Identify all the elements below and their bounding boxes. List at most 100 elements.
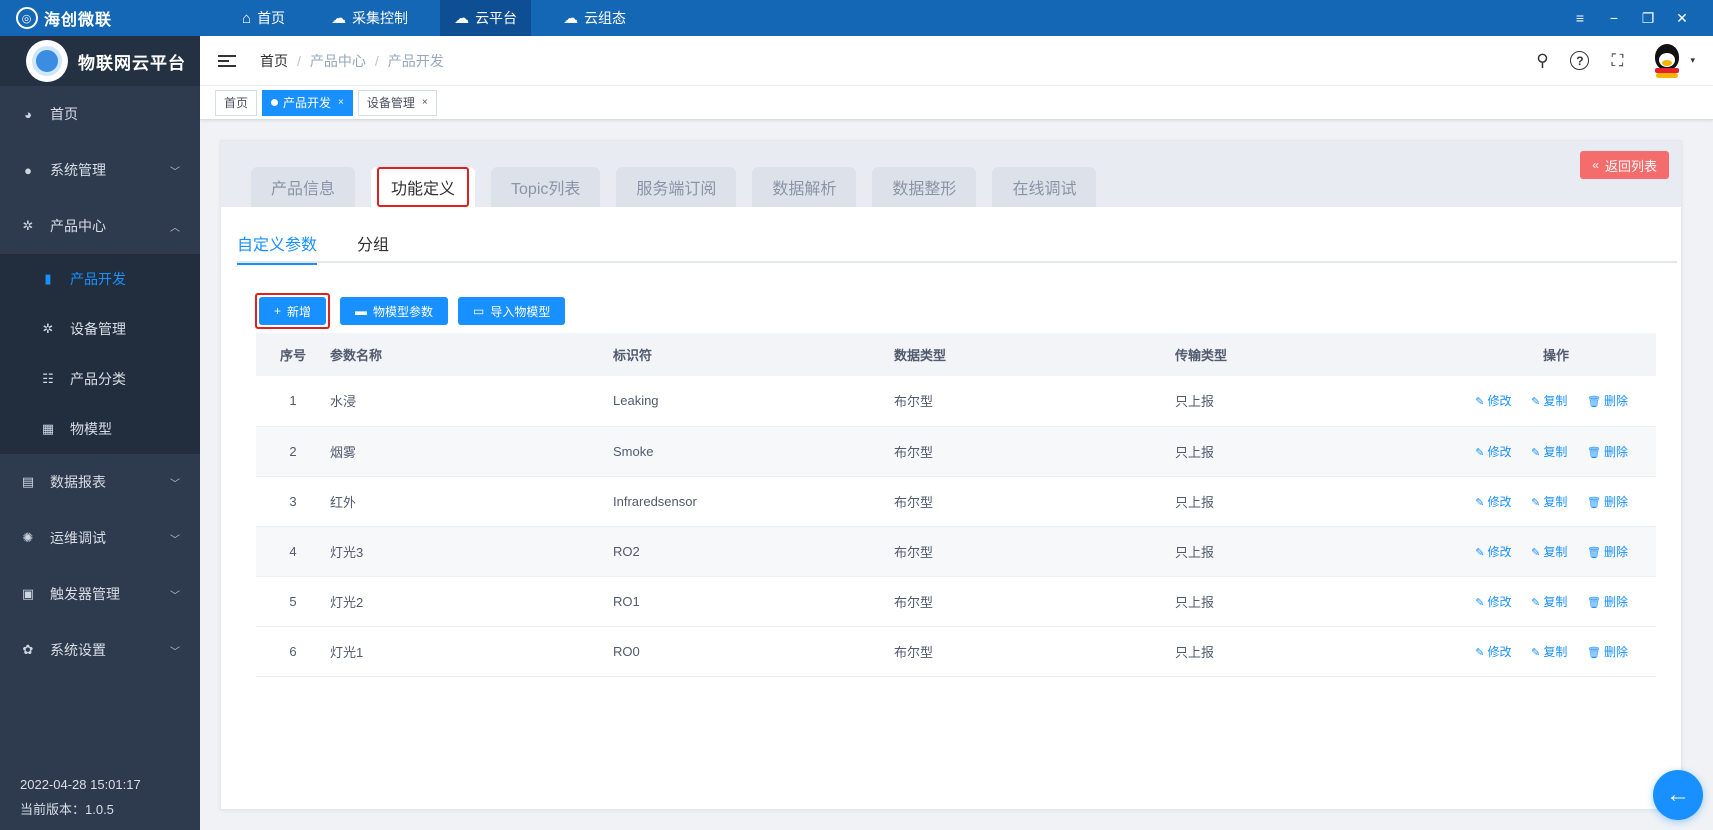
edit-icon: ✎ (1475, 596, 1485, 609)
menu-toggle-icon[interactable] (218, 52, 236, 70)
fullscreen-icon[interactable]: ⛶ (1606, 50, 1628, 72)
sidebar-item-system-management[interactable]: ● 系统管理 ﹀ (0, 142, 200, 198)
help-icon[interactable]: ? (1570, 51, 1590, 70)
user-icon: ● (24, 162, 32, 178)
add-button[interactable]: + 新增 (259, 297, 327, 325)
cell-actions: ✎ 修改 ✎ 复制 🗑 删除 (1456, 376, 1656, 427)
tab-data-shaping[interactable]: 数据整形 (872, 167, 977, 207)
caret-down-icon[interactable]: ▾ (1690, 55, 1695, 66)
delete-label: 删除 (1603, 594, 1628, 609)
copy-label: 复制 (1543, 394, 1568, 409)
copy-button[interactable]: ✎ 复制 (1531, 495, 1567, 509)
window-close-icon[interactable]: ✕ (1665, 10, 1699, 27)
close-icon[interactable]: × (338, 97, 344, 108)
edit-icon: ✎ (1475, 646, 1485, 659)
table-row: 6 灯光1 RO0 布尔型 只上报 ✎ 修改 ✎ 复制 🗑 删除 (256, 626, 1656, 677)
delete-button[interactable]: 🗑 删除 (1587, 545, 1628, 559)
window-menu-icon[interactable]: ≡ (1563, 10, 1597, 26)
cell-index: 5 (256, 576, 330, 627)
chevron-up-icon: ︿ (170, 222, 180, 234)
cloud-config-icon: ☁ (563, 10, 579, 27)
cell-param-name: 灯光3 (330, 526, 613, 577)
subtab-group[interactable]: 分组 (357, 223, 389, 263)
avatar[interactable] (1650, 43, 1684, 78)
tag-label: 产品开发 (283, 96, 332, 110)
sidebar-item-product-development[interactable]: ▮ 产品开发 (0, 254, 200, 304)
edit-button[interactable]: ✎ 修改 (1475, 445, 1511, 459)
copy-button[interactable]: ✎ 复制 (1531, 445, 1567, 459)
cell-index: 3 (256, 476, 330, 527)
sidebar-item-trigger-management[interactable]: ▣ 触发器管理 ﹀ (0, 566, 200, 622)
window-restore-icon[interactable]: ❐ (1631, 10, 1665, 27)
edit-label: 修改 (1487, 444, 1512, 459)
delete-label: 删除 (1603, 394, 1628, 409)
cell-param-name: 灯光2 (330, 576, 613, 627)
edit-label: 修改 (1487, 494, 1512, 509)
delete-label: 删除 (1603, 494, 1628, 509)
tab-data-parsing[interactable]: 数据解析 (752, 167, 857, 207)
topnav-home[interactable]: ⌂ 首页 (228, 0, 299, 36)
breadcrumb-product-development: 产品开发 (387, 52, 444, 69)
topnav-collect-control-label: 采集控制 (352, 10, 409, 26)
delete-button[interactable]: 🗑 删除 (1587, 645, 1628, 659)
tab-label: 产品信息 (271, 181, 336, 198)
sidebar-item-label: 运维调试 (50, 530, 106, 546)
tab-topic-list[interactable]: Topic列表 (491, 167, 601, 207)
delete-button[interactable]: 🗑 删除 (1587, 595, 1628, 609)
sidebar-item-label: 触发器管理 (50, 586, 120, 602)
edit-button[interactable]: ✎ 修改 (1475, 545, 1511, 559)
close-icon[interactable]: × (422, 97, 428, 108)
copy-button[interactable]: ✎ 复制 (1531, 595, 1567, 609)
search-icon[interactable]: ⚲ (1531, 50, 1553, 72)
tab-server-subscription[interactable]: 服务端订阅 (616, 167, 737, 207)
col-param-name: 参数名称 (330, 333, 613, 376)
tag-product-development[interactable]: 产品开发 × (262, 89, 353, 116)
tab-online-debug[interactable]: 在线调试 (992, 167, 1097, 207)
delete-button[interactable]: 🗑 删除 (1587, 445, 1628, 459)
tag-device-management[interactable]: 设备管理 × (357, 89, 437, 116)
aperture-icon: ✲ (22, 218, 34, 233)
edit-label: 修改 (1487, 544, 1512, 559)
report-icon: ▤ (21, 474, 35, 489)
sidebar-item-product-category[interactable]: ☷ 产品分类 (0, 354, 200, 404)
copy-button[interactable]: ✎ 复制 (1531, 394, 1567, 408)
sidebar-item-data-report[interactable]: ▤ 数据报表 ﹀ (0, 454, 200, 510)
cloud-gear-icon: ☁ (331, 10, 347, 27)
back-to-list-button[interactable]: « 返回列表 (1580, 151, 1669, 179)
cell-param-name: 烟雾 (330, 426, 613, 477)
product-tabs-bar: 产品信息 功能定义 Topic列表 服务端订阅 数据解析 数据整形 在线调试 «… (221, 141, 1681, 207)
sidebar-item-product-center[interactable]: ✲ 产品中心 ︿ (0, 198, 200, 254)
copy-button[interactable]: ✎ 复制 (1531, 545, 1567, 559)
subtab-custom-params[interactable]: 自定义参数 (237, 223, 318, 265)
sidebar-item-device-management[interactable]: ✲ 设备管理 (0, 304, 200, 354)
tag-home[interactable]: 首页 (215, 89, 258, 116)
tab-product-info[interactable]: 产品信息 (251, 167, 356, 207)
thing-model-params-button[interactable]: ▬ 物模型参数 (340, 297, 449, 325)
copy-label: 复制 (1543, 644, 1568, 659)
edit-button[interactable]: ✎ 修改 (1475, 645, 1511, 659)
sidebar-item-thing-model[interactable]: ▦ 物模型 (0, 404, 200, 454)
edit-button[interactable]: ✎ 修改 (1475, 595, 1511, 609)
topnav-cloud-config[interactable]: ☁ 云组态 (549, 0, 640, 36)
topnav-collect-control[interactable]: ☁ 采集控制 (317, 0, 422, 36)
edit-button[interactable]: ✎ 修改 (1475, 394, 1511, 408)
sidebar-item-ops-debug[interactable]: ✺ 运维调试 ﹀ (0, 510, 200, 566)
import-thing-model-button[interactable]: ▭ 导入物模型 (458, 297, 566, 325)
sidebar-item-home[interactable]: ◕ 首页 (0, 86, 200, 142)
copy-icon: ✎ (1531, 596, 1541, 609)
back-arrow-button[interactable]: ← (1653, 770, 1703, 820)
delete-button[interactable]: 🗑 删除 (1587, 495, 1628, 509)
topnav-cloud-platform[interactable]: ☁ 云平台 (440, 0, 532, 36)
copy-button[interactable]: ✎ 复制 (1531, 645, 1567, 659)
chevron-down-icon: ﹀ (170, 534, 180, 546)
arrow-left-icon: ← (1666, 781, 1690, 808)
breadcrumb-home[interactable]: 首页 (260, 51, 288, 71)
col-data-type: 数据类型 (894, 333, 1175, 376)
tab-function-definition[interactable]: 功能定义 (371, 167, 476, 207)
sidebar-item-label: 数据报表 (50, 474, 106, 490)
window-minimize-icon[interactable]: − (1597, 10, 1631, 26)
header: 首页 / 产品中心 / 产品开发 ⚲ ? ⛶ ▾ (200, 36, 1713, 86)
edit-button[interactable]: ✎ 修改 (1475, 495, 1511, 509)
delete-button[interactable]: 🗑 删除 (1587, 394, 1628, 408)
sidebar-item-system-settings[interactable]: ✿ 系统设置 ﹀ (0, 622, 200, 678)
